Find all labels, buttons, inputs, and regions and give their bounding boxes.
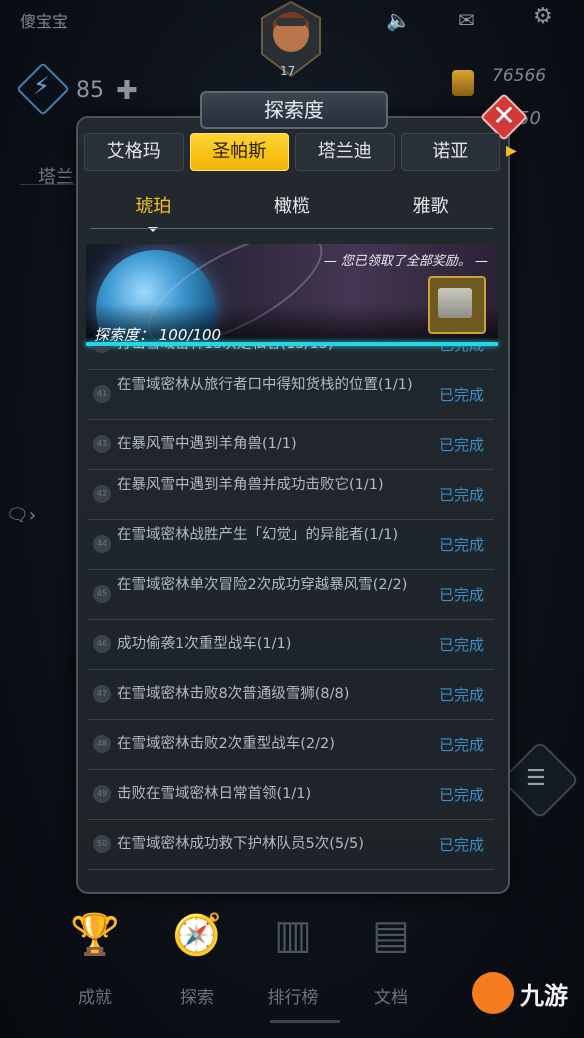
speaker-icon[interactable]: 🔈 [386, 8, 411, 32]
task-description: 在雪域密林成功救下护林队员5次(5/5) [117, 836, 364, 852]
region-tabs: 艾格玛 圣帕斯 塔兰迪 诺亚 [84, 133, 500, 171]
task-number-badge: 50 [93, 835, 111, 853]
task-row: 40 打击雪域密林15次走私者(15/15) 已完成 [88, 346, 494, 370]
lightning-icon: ⚡ [33, 72, 50, 100]
task-status: 已完成 [438, 636, 484, 654]
tab-region-3[interactable]: 诺亚 [400, 133, 500, 171]
coin-stack-icon [452, 70, 474, 96]
task-row: 47 在雪域密林击败8次普通级雪狮(8/8) 已完成 [88, 670, 494, 720]
mail-icon[interactable]: ✉ [458, 8, 475, 32]
task-number-badge: 49 [93, 785, 111, 803]
task-status: 已完成 [438, 586, 484, 604]
task-description: 在雪域密林单次冒险2次成功穿越暴风雪(2/2) [117, 577, 408, 593]
coin-value: 76566 [492, 66, 547, 86]
nav-item-2[interactable]: ▥ 排行榜 [248, 905, 338, 1008]
task-status: 已完成 [438, 436, 484, 454]
chest-lid [438, 288, 472, 318]
panel-title: 探索度 [200, 91, 388, 129]
compass-icon: 🧭 [172, 912, 222, 958]
task-status: 已完成 [438, 486, 484, 504]
watermark-logo-icon [472, 972, 514, 1014]
task-description: 在雪域密林战胜产生「幻觉」的异能者(1/1) [117, 527, 399, 543]
tab-region-2[interactable]: 塔兰迪 [295, 133, 395, 171]
task-row: 44 在雪域密林战胜产生「幻觉」的异能者(1/1) 已完成 [88, 520, 494, 570]
tab-region-0[interactable]: 艾格玛 [84, 133, 184, 171]
task-status: 已完成 [438, 786, 484, 804]
region-scroll-arrow-icon[interactable]: ▶ [506, 143, 517, 159]
nav-item-0[interactable]: 🏆 成就 [50, 905, 140, 1008]
add-energy-button[interactable]: ✚ [116, 76, 138, 106]
list-icon: ☰ [526, 766, 546, 791]
task-row: 45 在雪域密林单次冒险2次成功穿越暴风雪(2/2) 已完成 [88, 570, 494, 620]
task-number-badge: 43 [93, 435, 111, 453]
task-description: 成功偷袭1次重型战车(1/1) [117, 636, 292, 652]
tab-area-0[interactable]: 琥珀 [84, 192, 223, 232]
task-number-badge: 42 [93, 485, 111, 503]
nav-label: 排行榜 [267, 988, 319, 1008]
document-icon: ▤ [372, 912, 410, 958]
task-number-badge: 48 [93, 735, 111, 753]
task-description: 打击雪域密林15次走私者(15/15) [117, 346, 417, 354]
nav-active-indicator [270, 1020, 340, 1023]
task-row: 49 击败在雪域密林日常首领(1/1) 已完成 [88, 770, 494, 820]
tab-area-2[interactable]: 雅歌 [361, 192, 500, 228]
progress-label: 探索度： 100/100 [94, 326, 222, 344]
tab-area-1[interactable]: 橄榄 [223, 192, 362, 228]
task-number-badge: 46 [93, 635, 111, 653]
task-status: 已完成 [438, 386, 484, 404]
task-row: 42 在暴风雪中遇到羊角兽并成功击败它(1/1) 已完成 [88, 470, 494, 520]
task-row: 43 在暴风雪中遇到羊角兽(1/1) 已完成 [88, 420, 494, 470]
nav-label: 探索 [180, 988, 214, 1008]
task-row: 50 在雪域密林成功救下护林队员5次(5/5) 已完成 [88, 820, 494, 870]
task-description: 击败在雪域密林日常首领(1/1) [117, 786, 312, 802]
task-row: 46 成功偷袭1次重型战车(1/1) 已完成 [88, 620, 494, 670]
task-number-badge: 44 [93, 535, 111, 553]
tab-region-1[interactable]: 圣帕斯 [189, 133, 289, 171]
task-description: 在暴风雪中遇到羊角兽(1/1) [117, 436, 297, 452]
task-number-badge: 47 [93, 685, 111, 703]
task-description: 在暴风雪中遇到羊角兽并成功击败它(1/1) [117, 477, 384, 493]
task-description: 在雪域密林从旅行者口中得知货栈的位置(1/1) [117, 377, 413, 393]
task-row: 48 在雪域密林击败2次重型战车(2/2) 已完成 [88, 720, 494, 770]
reward-message: — 您已领取了全部奖励。 — [323, 254, 488, 269]
nav-item-1[interactable]: 🧭 探索 [152, 905, 242, 1008]
task-description: 在雪域密林击败8次普通级雪狮(8/8) [117, 686, 350, 702]
task-status: 已完成 [439, 346, 484, 355]
task-number-badge: 40 [93, 346, 111, 353]
nav-label: 成就 [78, 988, 112, 1008]
area-tabs: 琥珀 橄榄 雅歌 [84, 192, 500, 232]
player-level: 17 [280, 64, 296, 78]
energy-value: 85 [76, 78, 104, 103]
zone-divider [20, 184, 80, 185]
task-number-badge: 45 [93, 585, 111, 603]
task-status: 已完成 [438, 836, 484, 854]
task-status: 已完成 [438, 686, 484, 704]
trophy-icon: 🏆 [70, 912, 120, 958]
task-number-badge: 41 [93, 385, 111, 403]
task-status: 已完成 [438, 736, 484, 754]
task-row: 41 在雪域密林从旅行者口中得知货栈的位置(1/1) 已完成 [88, 370, 494, 420]
close-icon[interactable]: ✕ [492, 99, 516, 132]
nav-label: 文档 [374, 988, 408, 1008]
podium-icon: ▥ [274, 912, 312, 958]
task-status: 已完成 [438, 536, 484, 554]
nav-item-3[interactable]: ▤ 文档 [346, 905, 436, 1008]
area-tabs-divider [90, 228, 494, 229]
gear-icon[interactable]: ⚙ [533, 4, 553, 29]
task-list[interactable]: 40 打击雪域密林15次走私者(15/15) 已完成 41 在雪域密林从旅行者口中得知货… [88, 346, 494, 880]
exploration-banner: — 您已领取了全部奖励。 — 探索度： 100/100 [86, 244, 498, 344]
task-description: 在雪域密林击败2次重型战车(2/2) [117, 736, 335, 752]
player-name: 傻宝宝 [20, 12, 69, 31]
chat-icon[interactable]: 🗨› [6, 505, 36, 526]
watermark-text: 九游 [520, 982, 568, 1010]
zone-name: 塔兰 [38, 167, 74, 188]
